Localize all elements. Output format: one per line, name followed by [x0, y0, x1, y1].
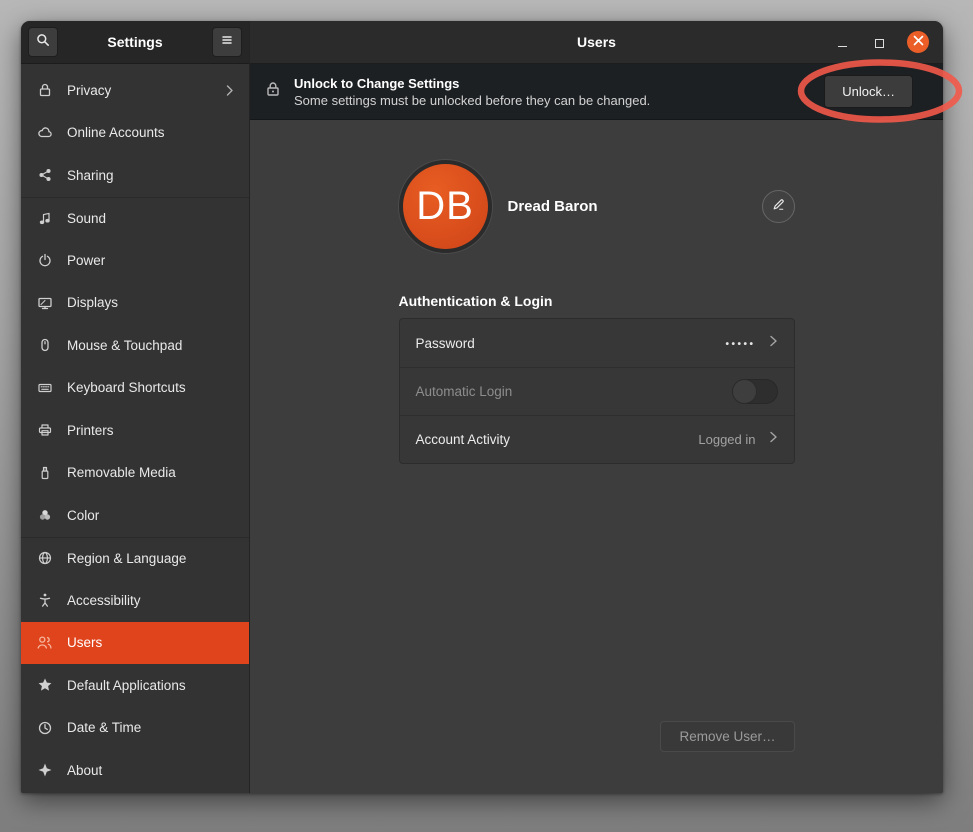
maximize-button[interactable]	[870, 33, 888, 51]
sidebar-item-about[interactable]: About	[21, 749, 249, 792]
sidebar-item-label: Sharing	[67, 168, 114, 183]
sidebar-item-removable-media[interactable]: Removable Media	[21, 452, 249, 495]
unlock-banner-title: Unlock to Change Settings	[294, 76, 650, 91]
sidebar-item-label: Users	[67, 635, 102, 650]
lock-icon	[264, 80, 282, 103]
remove-user-button[interactable]: Remove User…	[660, 721, 794, 752]
printer-icon	[36, 422, 53, 439]
globe-icon	[36, 550, 53, 567]
share-icon	[36, 167, 53, 184]
sidebar-headerbar: Settings	[21, 21, 249, 64]
auth-login-heading: Authentication & Login	[399, 293, 795, 309]
sidebar-item-label: About	[67, 763, 102, 778]
search-icon	[35, 32, 51, 53]
unlock-banner-text: Unlock to Change Settings Some settings …	[294, 76, 650, 108]
sidebar-list: Privacy Online Accounts Sharing	[21, 64, 249, 793]
automatic-login-row: Automatic Login	[400, 367, 794, 415]
sidebar-item-color[interactable]: Color	[21, 494, 249, 537]
sidebar-item-label: Color	[67, 508, 99, 523]
sidebar-item-label: Default Applications	[67, 678, 186, 693]
clock-icon	[36, 719, 53, 736]
sidebar-pane: Settings Privacy Onl	[21, 21, 250, 793]
minimize-icon	[838, 46, 847, 47]
chevron-right-icon	[226, 84, 234, 97]
close-icon	[913, 33, 924, 51]
main-pane: Users Unlock to Change Settings Some set…	[250, 21, 943, 793]
automatic-login-label: Automatic Login	[416, 384, 513, 399]
sparkle-icon	[36, 762, 53, 779]
window-controls	[833, 31, 929, 53]
sidebar-item-privacy[interactable]: Privacy	[21, 69, 249, 112]
menu-button[interactable]	[212, 27, 242, 57]
toggle-knob	[732, 379, 757, 404]
password-dots: •••••	[725, 337, 755, 350]
sidebar-item-displays[interactable]: Displays	[21, 282, 249, 325]
sidebar-item-power[interactable]: Power	[21, 239, 249, 282]
display-icon	[36, 294, 53, 311]
users-panel: DB Dread Baron Authentication & Login Pa…	[250, 120, 943, 793]
sidebar-item-default-applications[interactable]: Default Applications	[21, 664, 249, 707]
unlock-banner: Unlock to Change Settings Some settings …	[250, 64, 943, 120]
sidebar-item-label: Date & Time	[67, 720, 141, 735]
sidebar-item-label: Online Accounts	[67, 125, 165, 140]
sidebar-item-label: Mouse & Touchpad	[67, 338, 182, 353]
sidebar-item-label: Region & Language	[67, 551, 186, 566]
pencil-icon	[771, 197, 786, 217]
mouse-icon	[36, 337, 53, 354]
cloud-icon	[36, 124, 53, 141]
sidebar-item-label: Keyboard Shortcuts	[67, 380, 186, 395]
sidebar-item-label: Removable Media	[67, 465, 176, 480]
minimize-button[interactable]	[833, 33, 851, 51]
color-icon	[36, 507, 53, 524]
unlock-banner-subtitle: Some settings must be unlocked before th…	[294, 93, 650, 108]
auth-login-list: Password ••••• Automatic Login	[399, 318, 795, 464]
avatar: DB	[399, 160, 492, 253]
sidebar-item-label: Privacy	[67, 83, 111, 98]
power-icon	[36, 252, 53, 269]
sidebar-item-accessibility[interactable]: Accessibility	[21, 579, 249, 622]
main-headerbar: Users	[250, 21, 943, 64]
user-summary: DB Dread Baron	[399, 160, 795, 253]
sidebar-item-sharing[interactable]: Sharing	[21, 154, 249, 197]
edit-name-button[interactable]	[762, 190, 795, 223]
sidebar-item-mouse-touchpad[interactable]: Mouse & Touchpad	[21, 324, 249, 367]
account-activity-label: Account Activity	[416, 432, 511, 447]
keyboard-icon	[36, 379, 53, 396]
maximize-icon	[875, 39, 884, 48]
sidebar-item-label: Displays	[67, 295, 118, 310]
user-name: Dread Baron	[508, 198, 598, 215]
sidebar-item-printers[interactable]: Printers	[21, 409, 249, 452]
search-button[interactable]	[28, 27, 58, 57]
settings-title: Settings	[58, 34, 212, 50]
close-button[interactable]	[907, 31, 929, 53]
lock-icon	[36, 82, 53, 99]
accessibility-icon	[36, 592, 53, 609]
account-activity-value: Logged in	[698, 432, 755, 447]
settings-window: Settings Privacy Onl	[21, 21, 943, 793]
password-row[interactable]: Password •••••	[400, 319, 794, 367]
music-note-icon	[36, 210, 53, 227]
sidebar-item-online-accounts[interactable]: Online Accounts	[21, 112, 249, 155]
hamburger-icon	[219, 32, 235, 53]
sidebar-item-sound[interactable]: Sound	[21, 197, 249, 240]
password-label: Password	[416, 336, 475, 351]
sidebar-item-date-time[interactable]: Date & Time	[21, 707, 249, 750]
flash-drive-icon	[36, 464, 53, 481]
sidebar-item-keyboard-shortcuts[interactable]: Keyboard Shortcuts	[21, 367, 249, 410]
account-activity-row[interactable]: Account Activity Logged in	[400, 415, 794, 463]
users-icon	[36, 634, 53, 651]
sidebar-item-label: Accessibility	[67, 593, 141, 608]
sidebar-item-label: Sound	[67, 211, 106, 226]
automatic-login-toggle[interactable]	[732, 379, 778, 404]
sidebar-item-label: Printers	[67, 423, 114, 438]
sidebar-item-users[interactable]: Users	[21, 622, 249, 665]
chevron-right-icon	[769, 430, 778, 449]
sidebar-item-region-language[interactable]: Region & Language	[21, 537, 249, 580]
sidebar-item-label: Power	[67, 253, 105, 268]
chevron-right-icon	[769, 334, 778, 353]
star-icon	[36, 677, 53, 694]
unlock-button[interactable]: Unlock…	[824, 75, 913, 108]
